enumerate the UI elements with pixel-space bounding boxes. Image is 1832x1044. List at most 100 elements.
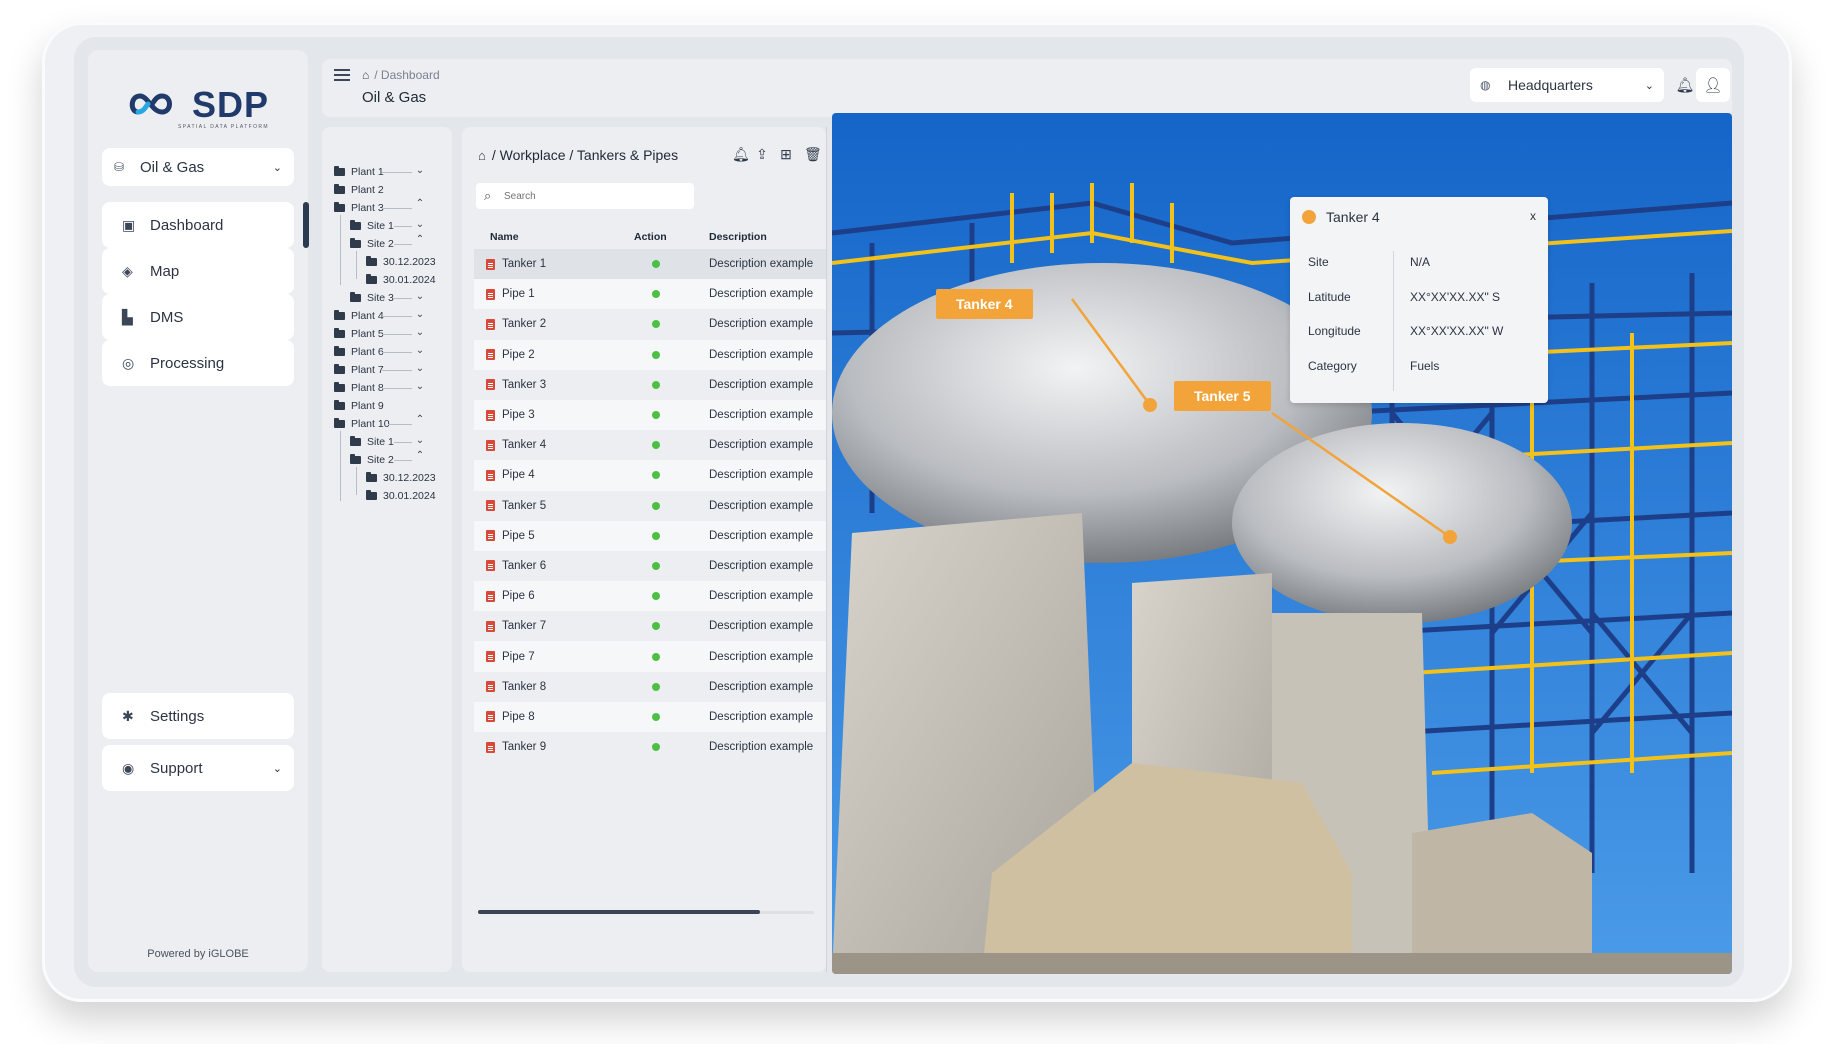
hamburger-menu-icon[interactable]	[334, 69, 350, 81]
tree-item-date[interactable]: 30.01.2024	[366, 271, 436, 289]
status-action-icon[interactable]	[652, 260, 660, 269]
status-action-icon[interactable]	[652, 652, 660, 661]
table-row[interactable]: Pipe 5 Description example	[474, 520, 826, 551]
table-row[interactable]: Tanker 8 Description example	[474, 672, 826, 702]
chevron-down-icon[interactable]: ⌄	[414, 219, 426, 230]
tree-item-label: Plant 2	[351, 184, 384, 196]
tree-item-site-1[interactable]: Site 1	[350, 433, 394, 451]
column-header-name[interactable]: Name	[490, 231, 519, 243]
tree-item-plant-10[interactable]: Plant 10	[334, 415, 390, 433]
bell-icon[interactable]: 🔔︎	[732, 146, 750, 163]
user-button[interactable]: 👤︎	[1696, 68, 1730, 102]
status-action-icon[interactable]	[652, 380, 660, 389]
status-action-icon[interactable]	[652, 682, 660, 691]
divider	[826, 127, 827, 972]
table-row[interactable]: Pipe 4 Description example	[474, 460, 826, 491]
chevron-up-icon[interactable]: ⌃	[414, 414, 426, 425]
status-action-icon[interactable]	[652, 290, 660, 299]
location-select[interactable]: ◍ Headquarters ⌄	[1470, 68, 1664, 102]
nav-item-dashboard[interactable]: ▣ Dashboard	[102, 202, 294, 248]
status-action-icon[interactable]	[652, 712, 660, 721]
nav-item-map[interactable]: ◈ Map	[102, 248, 294, 294]
table-row[interactable]: Tanker 2 Description example	[474, 309, 826, 339]
status-action-icon[interactable]	[652, 441, 660, 450]
tree-item-site-1[interactable]: Site 1	[350, 217, 394, 235]
horizontal-scrollbar[interactable]	[478, 910, 760, 914]
table-row[interactable]: Pipe 2 Description example	[474, 339, 826, 370]
chevron-up-icon[interactable]: ⌃	[414, 450, 426, 461]
status-action-icon[interactable]	[652, 531, 660, 540]
tree-item-plant-7[interactable]: Plant 7	[334, 361, 384, 379]
tree-item-plant-9[interactable]: Plant 9	[334, 397, 384, 415]
tree-item-date[interactable]: 30.12.2023	[366, 253, 436, 271]
table-row[interactable]: Pipe 6 Description example	[474, 581, 826, 612]
status-action-icon[interactable]	[652, 592, 660, 601]
folder-icon	[334, 328, 345, 338]
document-icon	[486, 560, 495, 572]
chevron-down-icon[interactable]: ⌄	[414, 309, 426, 320]
location-select-label: Headquarters	[1508, 77, 1593, 93]
chevron-down-icon[interactable]: ⌄	[414, 345, 426, 356]
chevron-down-icon[interactable]: ⌄	[414, 363, 426, 374]
home-icon[interactable]: ⌂	[362, 68, 369, 82]
status-action-icon[interactable]	[652, 743, 660, 752]
table-row[interactable]: Tanker 1 Description example	[474, 249, 826, 280]
status-action-icon[interactable]	[652, 561, 660, 570]
chevron-down-icon[interactable]: ⌄	[414, 165, 426, 176]
chevron-down-icon: ⌄	[272, 161, 282, 174]
nav-item-settings[interactable]: ✱ Settings	[102, 693, 294, 739]
tanker-5-label[interactable]: Tanker 5	[1174, 381, 1271, 411]
home-icon[interactable]: ⌂	[478, 148, 486, 163]
tree-item-plant-5[interactable]: Plant 5	[334, 325, 384, 343]
status-action-icon[interactable]	[652, 320, 660, 329]
nav-item-dms[interactable]: ▙ DMS	[102, 294, 294, 340]
tree-item-plant-2[interactable]: Plant 2	[334, 181, 384, 199]
chevron-down-icon[interactable]: ⌄	[414, 381, 426, 392]
tree-item-date[interactable]: 30.01.2024	[366, 487, 436, 505]
tree-item-plant-4[interactable]: Plant 4	[334, 307, 384, 325]
chevron-down-icon[interactable]: ⌄	[414, 291, 426, 302]
tree-item-site-2[interactable]: Site 2	[350, 451, 394, 469]
status-action-icon[interactable]	[652, 350, 660, 359]
tanker-4-label[interactable]: Tanker 4	[936, 289, 1033, 319]
status-action-icon[interactable]	[652, 622, 660, 631]
dms-icon: ▙	[122, 308, 133, 325]
table-row[interactable]: Tanker 6 Description example	[474, 551, 826, 581]
tree-item-plant-6[interactable]: Plant 6	[334, 343, 384, 361]
chevron-down-icon[interactable]: ⌄	[414, 435, 426, 446]
table-row[interactable]: Tanker 7 Description example	[474, 611, 826, 641]
brand-tagline: SPATIAL DATA PLATFORM	[178, 124, 269, 130]
table-row[interactable]: Tanker 5 Description example	[474, 491, 826, 521]
status-action-icon[interactable]	[652, 411, 660, 420]
close-icon[interactable]: x	[1530, 209, 1536, 223]
nav-item-support[interactable]: ◉ Support ⌄	[102, 745, 294, 791]
chevron-down-icon[interactable]: ⌄	[414, 327, 426, 338]
project-select[interactable]: ⛁ Oil & Gas ⌄	[102, 148, 294, 186]
table-row[interactable]: Pipe 8 Description example	[474, 701, 826, 732]
table-row[interactable]: Pipe 7 Description example	[474, 641, 826, 672]
tree-item-site-2[interactable]: Site 2	[350, 235, 394, 253]
status-action-icon[interactable]	[652, 501, 660, 510]
column-header-action[interactable]: Action	[634, 231, 667, 243]
search-input[interactable]	[500, 190, 680, 202]
table-row[interactable]: Pipe 1 Description example	[474, 279, 826, 310]
table-row[interactable]: Tanker 9 Description example	[474, 732, 826, 762]
chevron-up-icon[interactable]: ⌃	[414, 234, 426, 245]
trash-icon[interactable]: 🗑︎	[804, 146, 822, 163]
table-row[interactable]: Tanker 4 Description example	[474, 430, 826, 460]
tree-item-label: Plant 5	[351, 328, 384, 340]
tree-item-date[interactable]: 30.12.2023	[366, 469, 436, 487]
tree-item-plant-8[interactable]: Plant 8	[334, 379, 384, 397]
tree-item-plant-1[interactable]: Plant 1	[334, 163, 384, 181]
chevron-up-icon[interactable]: ⌃	[414, 198, 426, 209]
upload-icon[interactable]: ⇪	[756, 146, 768, 163]
tree-item-label: Site 2	[367, 454, 394, 466]
add-icon[interactable]: ⊞	[780, 146, 792, 163]
column-header-description[interactable]: Description	[709, 231, 767, 243]
nav-item-processing[interactable]: ◎ Processing	[102, 340, 294, 386]
tree-item-plant-3[interactable]: Plant 3	[334, 199, 384, 217]
tree-item-site-3[interactable]: Site 3	[350, 289, 394, 307]
table-row[interactable]: Tanker 3 Description example	[474, 370, 826, 400]
table-row[interactable]: Pipe 3 Description example	[474, 399, 826, 431]
status-action-icon[interactable]	[652, 471, 660, 480]
